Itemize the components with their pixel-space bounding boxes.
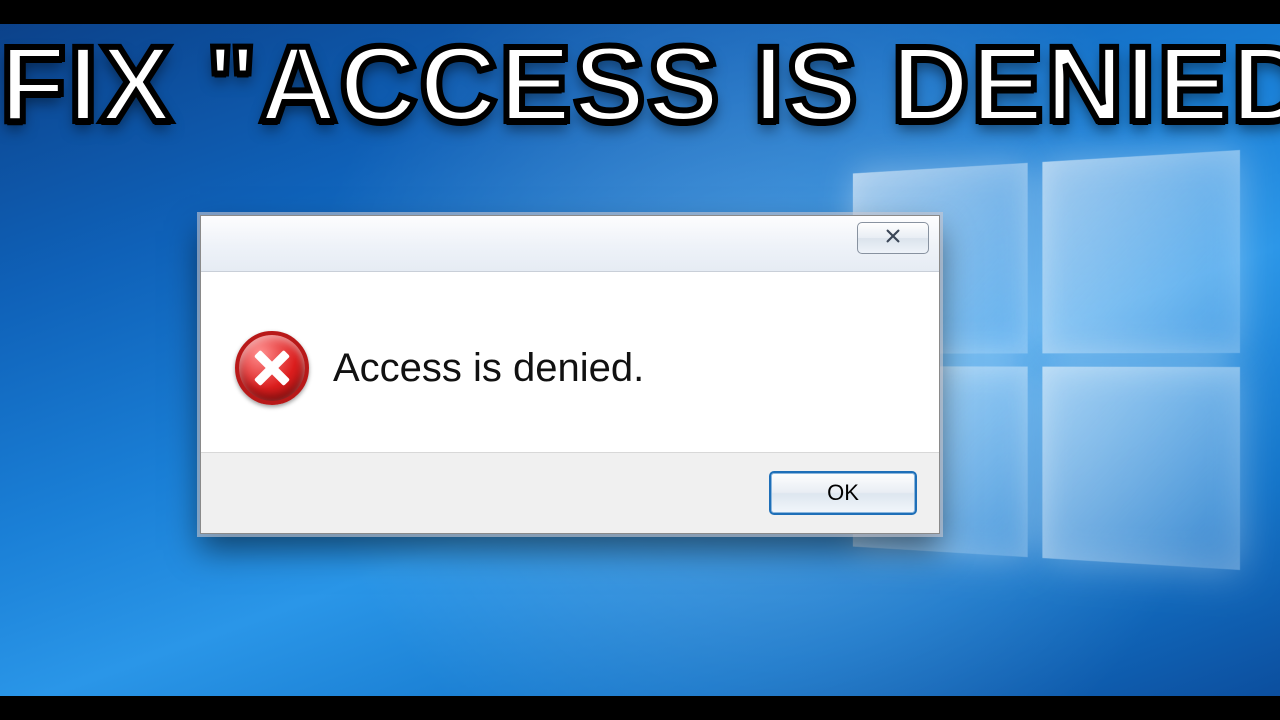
thumbnail-headline: FIX "ACCESS IS DENIED": [0, 30, 1280, 138]
windows-logo-pane: [1043, 367, 1240, 570]
letterbox-bottom: [0, 696, 1280, 720]
close-button[interactable]: [857, 222, 929, 254]
desktop-background: FIX "ACCESS IS DENIED" Access is denied.…: [0, 0, 1280, 720]
windows-logo-pane: [1043, 150, 1240, 353]
letterbox-top: [0, 0, 1280, 24]
dialog-message: Access is denied.: [333, 346, 644, 391]
dialog-body: Access is denied.: [201, 272, 939, 452]
error-icon: [235, 331, 309, 405]
dialog-footer: OK: [201, 452, 939, 533]
close-icon: [884, 227, 902, 250]
dialog-titlebar[interactable]: [201, 216, 939, 272]
error-dialog: Access is denied. OK: [200, 215, 940, 534]
ok-button[interactable]: OK: [769, 471, 917, 515]
